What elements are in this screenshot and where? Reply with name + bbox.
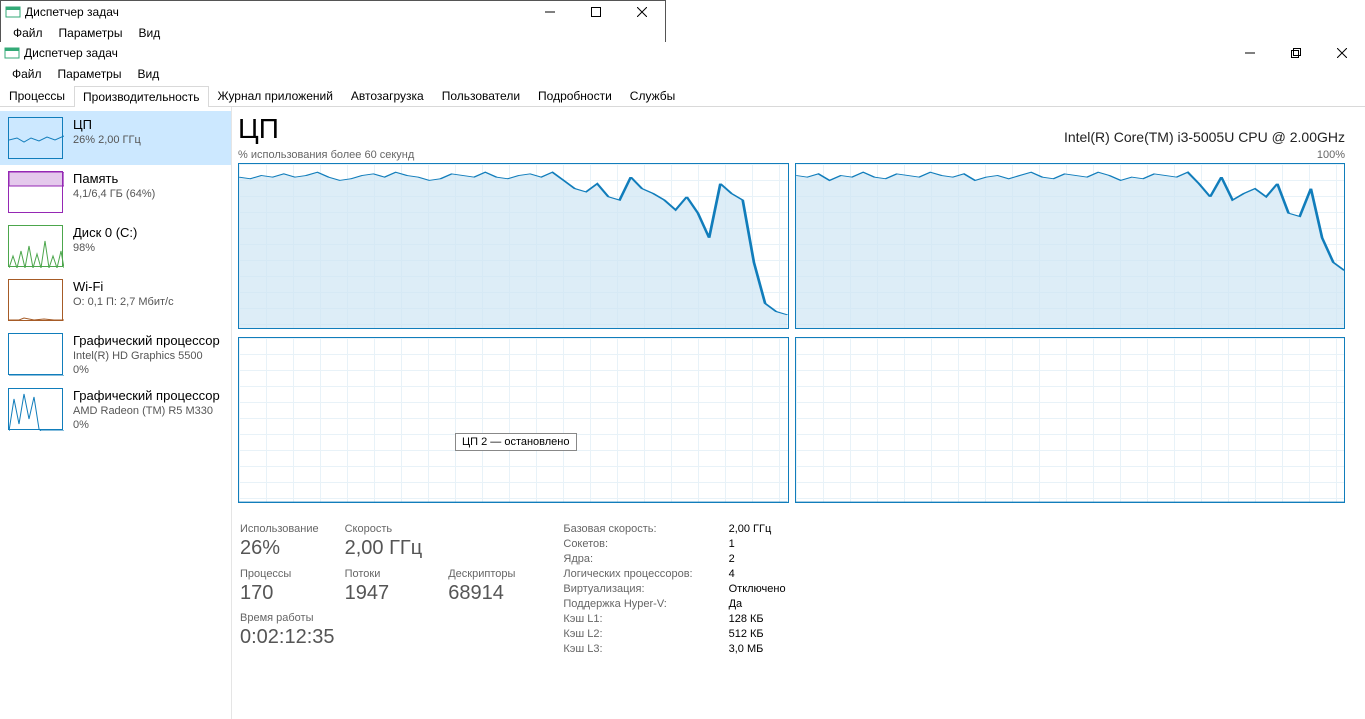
stat-label-4: Виртуализация: <box>563 583 692 595</box>
tab-performance[interactable]: Производительность <box>74 86 208 107</box>
chart-label-right: 100% <box>1317 149 1345 161</box>
speed-value: 2,00 ГГц <box>345 537 423 560</box>
stat-label-6: Кэш L1: <box>563 613 692 625</box>
sidebar-item-title: Wi-Fi <box>73 279 174 294</box>
stat-label-0: Базовая скорость: <box>563 523 692 535</box>
sidebar-item-5[interactable]: Графический процессор 1 AMD Radeon (TM) … <box>0 382 231 437</box>
usage-label: Использование <box>240 523 319 535</box>
main-panel: ЦП Intel(R) Core(TM) i3-5005U CPU @ 2.00… <box>232 107 1365 719</box>
tab-bar: Процессы Производительность Журнал прило… <box>0 85 1365 107</box>
handles-value: 68914 <box>448 582 515 605</box>
back-menu-file[interactable]: Файл <box>5 24 51 42</box>
sidebar-item-sub2: 0% <box>73 364 223 376</box>
tab-startup[interactable]: Автозагрузка <box>342 85 433 106</box>
back-maximize-button[interactable] <box>573 1 619 23</box>
sidebar-mini-chart <box>8 225 63 267</box>
menu-view[interactable]: Вид <box>129 65 167 83</box>
stat-value-1: 1 <box>729 538 786 550</box>
cpu-name: Intel(R) Core(TM) i3-5005U CPU @ 2.00GHz <box>1064 129 1345 145</box>
stat-label-8: Кэш L3: <box>563 643 692 655</box>
app-icon <box>4 45 20 61</box>
tab-app-history[interactable]: Журнал приложений <box>209 85 342 106</box>
tab-users[interactable]: Пользователи <box>433 85 529 106</box>
stat-value-4: Отключено <box>729 583 786 595</box>
stats-right: Базовая скорость: 2,00 ГГц Сокетов: 1 Ядра: 2… <box>563 523 785 655</box>
stat-label-2: Ядра: <box>563 553 692 565</box>
handles-label: Дескрипторы <box>448 568 515 580</box>
sidebar-item-sub: 98% <box>73 242 137 254</box>
tab-processes[interactable]: Процессы <box>0 85 74 106</box>
stat-value-5: Да <box>729 598 786 610</box>
tab-services[interactable]: Службы <box>621 85 684 106</box>
titlebar: Диспетчер задач <box>0 42 1365 64</box>
stat-value-8: 3,0 МБ <box>729 643 786 655</box>
chart-cpu0 <box>238 163 789 329</box>
minimize-button[interactable] <box>1227 42 1273 64</box>
menu-file[interactable]: Файл <box>4 65 50 83</box>
sidebar-mini-chart <box>8 279 63 321</box>
sidebar-mini-chart <box>8 117 63 159</box>
sidebar-item-0[interactable]: ЦП 26% 2,00 ГГц <box>0 111 231 165</box>
stat-value-7: 512 КБ <box>729 628 786 640</box>
sidebar-mini-chart <box>8 333 63 375</box>
chart-cpu3 <box>795 337 1346 503</box>
processes-label: Процессы <box>240 568 319 580</box>
sidebar-item-sub: AMD Radeon (TM) R5 M330 <box>73 405 223 417</box>
close-button[interactable] <box>1319 42 1365 64</box>
sidebar-mini-chart <box>8 388 63 430</box>
sidebar-item-title: Графический процессор 1 <box>73 388 223 403</box>
sidebar-item-sub: 4,1/6,4 ГБ (64%) <box>73 188 155 200</box>
sidebar-item-sub2: 0% <box>73 419 223 431</box>
uptime-label: Время работы <box>240 612 515 624</box>
sidebar-item-3[interactable]: Wi-Fi О: 0,1 П: 2,7 Мбит/с <box>0 273 231 327</box>
stat-label-1: Сокетов: <box>563 538 692 550</box>
app-icon <box>5 4 21 20</box>
chart-cpu2: ЦП 2 — остановлено <box>238 337 789 503</box>
stat-label-3: Логических процессоров: <box>563 568 692 580</box>
sidebar-item-title: Диск 0 (C:) <box>73 225 137 240</box>
chart-tooltip: ЦП 2 — остановлено <box>455 433 577 451</box>
stats-left: Использование 26% Скорость 2,00 ГГц Проц… <box>240 523 515 655</box>
sidebar-item-title: ЦП <box>73 117 141 132</box>
chart-label-left: % использования более 60 секунд <box>238 149 414 161</box>
back-titlebar: Диспетчер задач <box>1 1 665 23</box>
stat-value-2: 2 <box>729 553 786 565</box>
processes-value: 170 <box>240 582 319 605</box>
sidebar-item-1[interactable]: Память 4,1/6,4 ГБ (64%) <box>0 165 231 219</box>
threads-value: 1947 <box>345 582 423 605</box>
uptime-value: 0:02:12:35 <box>240 626 515 649</box>
back-menubar: Файл Параметры Вид <box>1 23 665 43</box>
sidebar-item-sub: Intel(R) HD Graphics 5500 <box>73 350 223 362</box>
sidebar-item-sub: О: 0,1 П: 2,7 Мбит/с <box>73 296 174 308</box>
page-title: ЦП <box>238 113 279 145</box>
stat-value-0: 2,00 ГГц <box>729 523 786 535</box>
chart-cpu1 <box>795 163 1346 329</box>
sidebar: ЦП 26% 2,00 ГГц Память 4,1/6,4 ГБ (64%) … <box>0 107 232 719</box>
back-title: Диспетчер задач <box>25 5 119 19</box>
usage-value: 26% <box>240 537 319 560</box>
back-close-button[interactable] <box>619 1 665 23</box>
stat-label-5: Поддержка Hyper-V: <box>563 598 692 610</box>
stat-value-6: 128 КБ <box>729 613 786 625</box>
sidebar-item-title: Графический процессор 0 <box>73 333 223 348</box>
background-window: Диспетчер задач Файл Параметры Вид <box>0 0 666 45</box>
sidebar-item-title: Память <box>73 171 155 186</box>
back-menu-view[interactable]: Вид <box>130 24 168 42</box>
menubar: Файл Параметры Вид <box>0 64 1365 84</box>
sidebar-item-sub: 26% 2,00 ГГц <box>73 134 141 146</box>
sidebar-mini-chart <box>8 171 63 213</box>
stat-label-7: Кэш L2: <box>563 628 692 640</box>
sidebar-item-2[interactable]: Диск 0 (C:) 98% <box>0 219 231 273</box>
back-menu-options[interactable]: Параметры <box>51 24 131 42</box>
task-manager-window: Диспетчер задач Файл Параметры Вид Проце… <box>0 42 1365 719</box>
back-minimize-button[interactable] <box>527 1 573 23</box>
maximize-button[interactable] <box>1273 42 1319 64</box>
tab-details[interactable]: Подробности <box>529 85 621 106</box>
window-title: Диспетчер задач <box>24 46 118 60</box>
speed-label: Скорость <box>345 523 423 535</box>
sidebar-item-4[interactable]: Графический процессор 0 Intel(R) HD Grap… <box>0 327 231 382</box>
stat-value-3: 4 <box>729 568 786 580</box>
threads-label: Потоки <box>345 568 423 580</box>
menu-options[interactable]: Параметры <box>50 65 130 83</box>
